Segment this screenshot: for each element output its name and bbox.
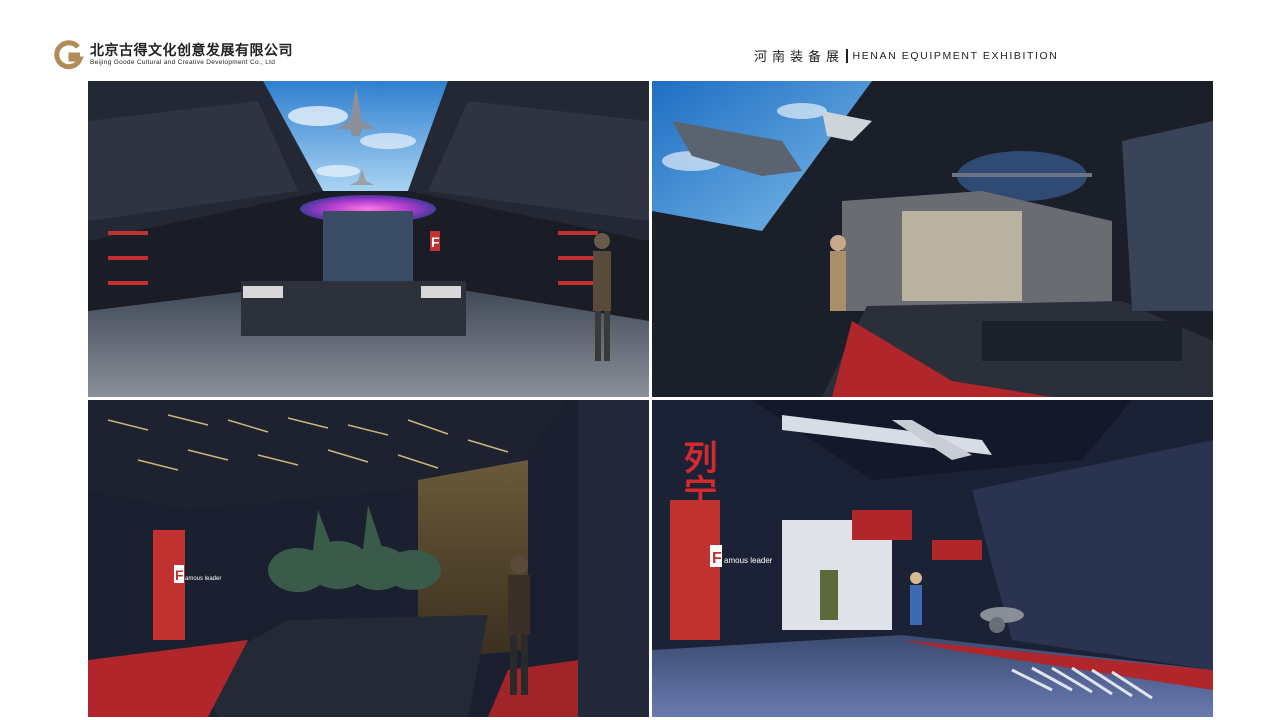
rendering-bronze-horses-hall: F amous leader xyxy=(88,400,649,717)
rendering-famous-leader-hall: 列宁号 F amous leader xyxy=(652,400,1213,717)
exhibition-title: 河南装备展 HENAN EQUIPMENT EXHIBITION xyxy=(754,46,1058,65)
title-divider xyxy=(846,48,848,63)
famous-leader-label: amous leader xyxy=(724,556,773,565)
exhibition-title-en: HENAN EQUIPMENT EXHIBITION xyxy=(852,49,1059,62)
company-logo: 北京古得文化创意发展有限公司 Beijing Goode Cultural an… xyxy=(54,40,293,70)
rendering-aircraft-ceiling-hall: F xyxy=(88,81,649,397)
exhibition-title-cn: 河南装备展 xyxy=(754,50,845,65)
g-logo-icon xyxy=(54,40,84,70)
sign-letter-f: F xyxy=(175,567,184,583)
sign-letter-f: F xyxy=(431,234,440,250)
sign-letter-f: F xyxy=(712,550,722,567)
rendering-grid: F F amous leader 列宁号 F amous leader xyxy=(88,81,1213,717)
page-header: 北京古得文化创意发展有限公司 Beijing Goode Cultural an… xyxy=(0,0,1280,80)
company-name-en: Beijing Goode Cultural and Creative Deve… xyxy=(90,59,276,66)
rendering-helicopter-diorama-hall xyxy=(652,81,1213,397)
company-name-cn: 北京古得文化创意发展有限公司 xyxy=(90,43,293,59)
famous-leader-label: amous leader xyxy=(185,576,221,582)
